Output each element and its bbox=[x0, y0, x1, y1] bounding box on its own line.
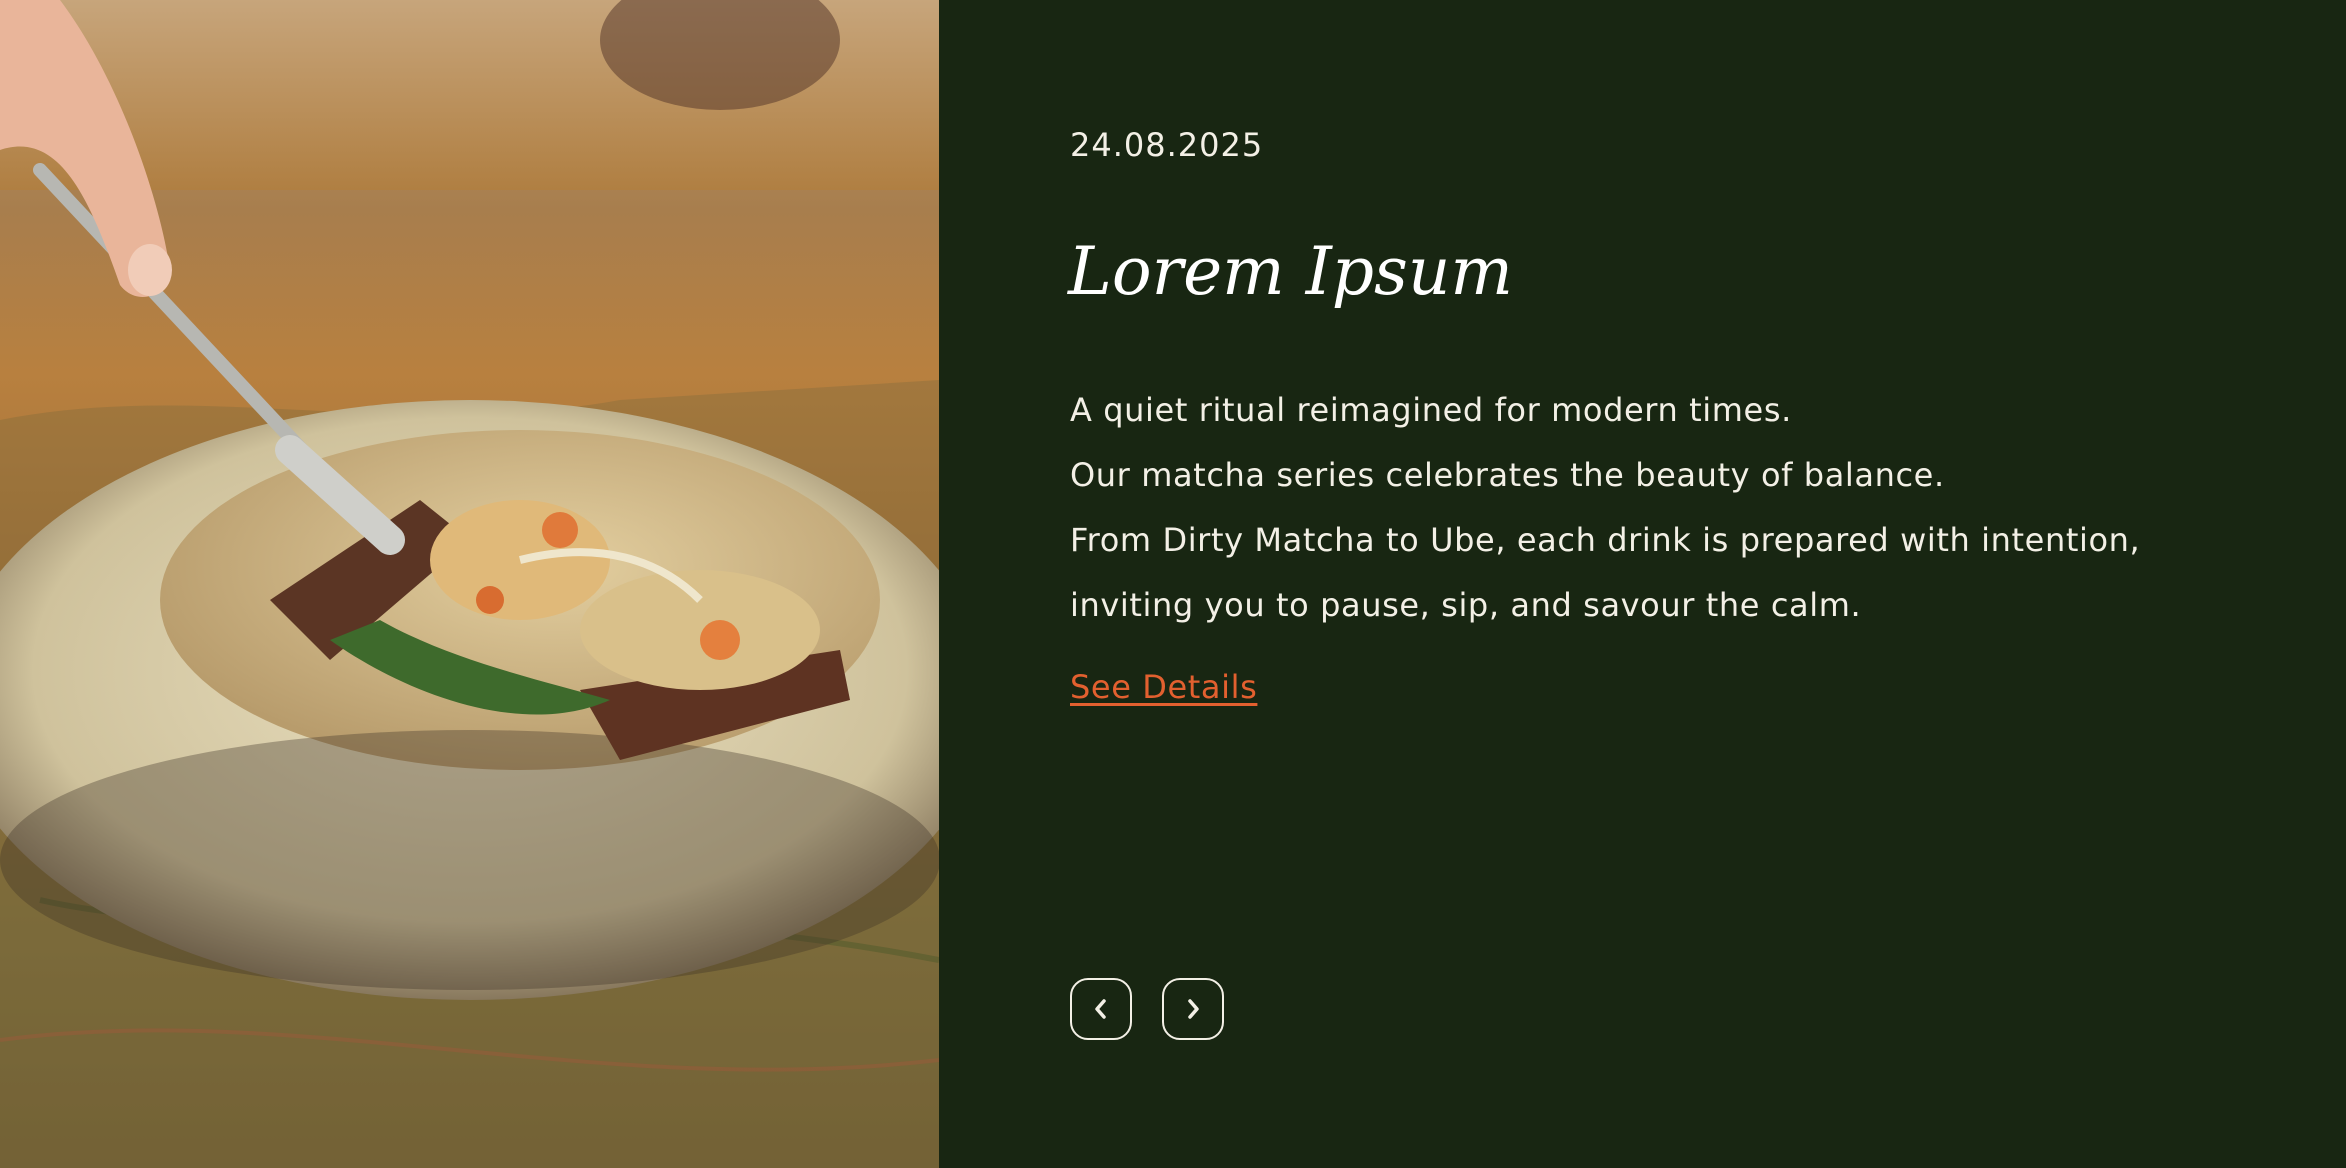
previous-slide-button[interactable] bbox=[1070, 978, 1132, 1040]
food-photo bbox=[0, 0, 939, 1168]
article-body: A quiet ritual reimagined for modern tim… bbox=[1070, 378, 2270, 638]
chevron-left-icon bbox=[1092, 998, 1110, 1020]
body-line: Our matcha series celebrates the beauty … bbox=[1070, 456, 1945, 494]
article-panel: 24.08.2025 Lorem Ipsum A quiet ritual re… bbox=[939, 0, 2346, 1168]
slide: 24.08.2025 Lorem Ipsum A quiet ritual re… bbox=[0, 0, 2346, 1168]
body-line: From Dirty Matcha to Ube, each drink is … bbox=[1070, 521, 2141, 559]
next-slide-button[interactable] bbox=[1162, 978, 1224, 1040]
post-date: 24.08.2025 bbox=[1070, 126, 1264, 164]
see-details-link[interactable]: See Details bbox=[1070, 668, 1257, 706]
chevron-right-icon bbox=[1184, 998, 1202, 1020]
body-line: A quiet ritual reimagined for modern tim… bbox=[1070, 391, 1792, 429]
article-title: Lorem Ipsum bbox=[1068, 233, 1514, 310]
body-line: inviting you to pause, sip, and savour t… bbox=[1070, 586, 1862, 624]
